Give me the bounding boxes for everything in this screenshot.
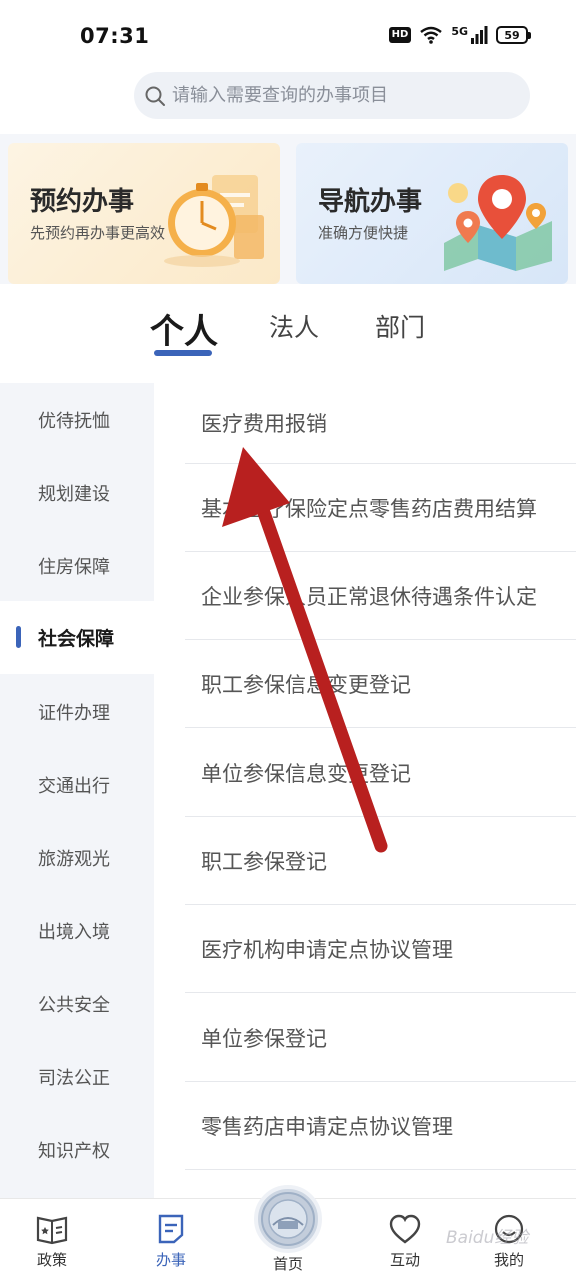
map-pin-icon: [444, 175, 552, 271]
sidebar-active-indicator: [16, 626, 21, 648]
appointment-banner[interactable]: 预约办事 先预约再办事更高效: [8, 143, 280, 284]
list-item-medical-reimbursement[interactable]: 医疗费用报销: [185, 383, 576, 464]
watermark: Baidu经验: [446, 1228, 529, 1248]
document-icon: [158, 1214, 184, 1244]
sidebar-item-certificates[interactable]: 证件办理: [0, 675, 154, 748]
status-icons: HD 5G 59: [388, 24, 531, 44]
sidebar-item-public-safety[interactable]: 公共安全: [0, 967, 154, 1040]
tab-active-indicator: [154, 350, 212, 356]
nav-mine-label: 我的: [493, 1251, 524, 1269]
hd-badge: HD: [388, 27, 412, 43]
status-bar: 07:31 HD 5G 59: [0, 0, 576, 72]
nav-affairs[interactable]: 办事: [131, 1213, 211, 1270]
navigation-subtitle: 准确方便快捷: [318, 224, 409, 242]
tab-department[interactable]: 部门: [375, 308, 425, 344]
list-item-unit-info-change[interactable]: 单位参保信息变更登记: [185, 729, 576, 817]
nav-policy-label: 政策: [36, 1251, 67, 1269]
navigation-title: 导航办事: [318, 187, 423, 217]
list-item-medical-institution-agreement[interactable]: 医疗机构申请定点协议管理: [185, 905, 576, 993]
nav-affairs-label: 办事: [155, 1251, 186, 1269]
tab-personal[interactable]: 个人: [150, 304, 218, 353]
appointment-subtitle: 先预约再办事更高效: [30, 224, 166, 242]
sidebar-item-label: 社会保障: [38, 628, 115, 650]
sidebar-item-planning[interactable]: 规划建设: [0, 456, 154, 529]
list-item-pharmacy-settlement[interactable]: 基本医疗保险定点零售药店费用结算: [185, 464, 576, 552]
stopwatch-calendar-icon: [164, 175, 264, 267]
status-time: 07:31: [80, 24, 150, 48]
list-item-employee-registration[interactable]: 职工参保登记: [185, 817, 576, 905]
emblem-icon: [261, 1192, 315, 1246]
list-item-unit-registration[interactable]: 单位参保登记: [185, 994, 576, 1082]
heart-icon: [389, 1214, 421, 1244]
sidebar-item-social-security[interactable]: 社会保障: [0, 601, 154, 674]
sidebar-item-transport[interactable]: 交通出行: [0, 748, 154, 821]
sidebar-item-housing[interactable]: 住房保障: [0, 529, 154, 602]
navigation-banner[interactable]: 导航办事 准确方便快捷: [296, 143, 568, 284]
tab-legal-person[interactable]: 法人: [269, 308, 319, 344]
nav-interact[interactable]: 互动: [365, 1213, 445, 1270]
nav-policy[interactable]: 政策: [12, 1213, 92, 1270]
list-item-employee-info-change[interactable]: 职工参保信息变更登记: [185, 640, 576, 728]
sidebar-item-justice[interactable]: 司法公正: [0, 1040, 154, 1113]
sidebar-item-ip[interactable]: 知识产权: [0, 1113, 154, 1186]
search-input[interactable]: [172, 85, 512, 106]
sidebar-item-tourism[interactable]: 旅游观光: [0, 821, 154, 894]
home-emblem-button[interactable]: [254, 1185, 322, 1253]
battery-icon: 59: [496, 26, 531, 44]
appointment-title: 预约办事: [30, 187, 135, 217]
nav-interact-label: 互动: [389, 1251, 420, 1269]
category-tabs: 个人 法人 部门: [0, 300, 576, 370]
wifi-icon: [420, 26, 443, 44]
category-sidebar: 优待抚恤 规划建设 住房保障 社会保障 证件办理 交通出行 旅游观光 出境入境 …: [0, 383, 154, 1198]
sidebar-item-preferential[interactable]: 优待抚恤: [0, 383, 154, 456]
search-bar[interactable]: [134, 72, 530, 119]
list-item-retirement-certification[interactable]: 企业参保人员正常退休待遇条件认定: [185, 552, 576, 640]
sidebar-item-entry-exit[interactable]: 出境入境: [0, 894, 154, 967]
network-type: 5G: [451, 24, 468, 38]
bottom-nav: 政策 办事 首页 互动 我的 Baidu经验: [0, 1185, 576, 1280]
book-icon: [36, 1216, 68, 1245]
list-item-pharmacy-agreement[interactable]: 零售药店申请定点协议管理: [185, 1082, 576, 1170]
nav-home-label[interactable]: 首页: [254, 1253, 322, 1274]
signal-icon: [471, 26, 488, 44]
search-icon: [142, 83, 168, 109]
